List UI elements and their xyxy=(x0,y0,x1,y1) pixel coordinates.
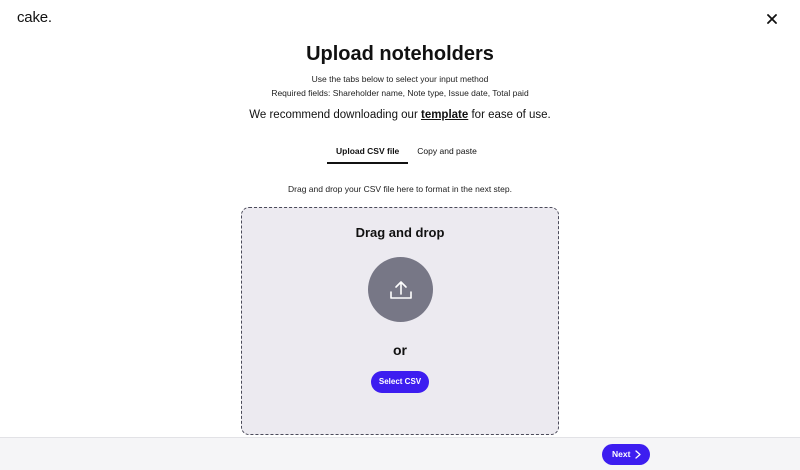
footer-bar: Next xyxy=(0,437,800,470)
cake-logo[interactable]: cake. xyxy=(17,9,52,26)
upload-icon xyxy=(389,280,412,299)
page-subtitle-method: Use the tabs below to select your input … xyxy=(311,74,489,84)
template-recommendation: We recommend downloading our template fo… xyxy=(0,109,800,121)
close-button[interactable] xyxy=(764,11,780,27)
upload-noteholders-page: cake. Upload noteholders Use the tabs be… xyxy=(0,0,800,470)
select-csv-button[interactable]: Select CSV xyxy=(371,371,429,393)
recommend-suffix: for ease of use. xyxy=(468,109,551,121)
tab-copy-paste[interactable]: Copy and paste xyxy=(408,142,486,164)
next-button[interactable]: Next xyxy=(602,444,650,465)
close-icon xyxy=(767,14,777,24)
tab-upload-csv[interactable]: Upload CSV file xyxy=(327,142,409,164)
chevron-right-icon xyxy=(635,450,641,459)
page-subtitle-required-fields: Required fields: Shareholder name, Note … xyxy=(271,88,529,98)
recommend-prefix: We recommend downloading our xyxy=(249,109,421,121)
page-title: Upload noteholders xyxy=(306,43,494,65)
next-button-label: Next xyxy=(612,449,631,459)
upload-circle[interactable] xyxy=(368,257,433,322)
dropzone-title: Drag and drop xyxy=(355,225,445,240)
template-link[interactable]: template xyxy=(421,109,468,121)
or-separator: or xyxy=(393,342,407,358)
csv-dropzone[interactable]: Drag and drop or Select CSV xyxy=(241,207,559,435)
drag-drop-hint: Drag and drop your CSV file here to form… xyxy=(288,184,512,194)
input-method-tabs: Upload CSV file Copy and paste xyxy=(327,142,486,164)
